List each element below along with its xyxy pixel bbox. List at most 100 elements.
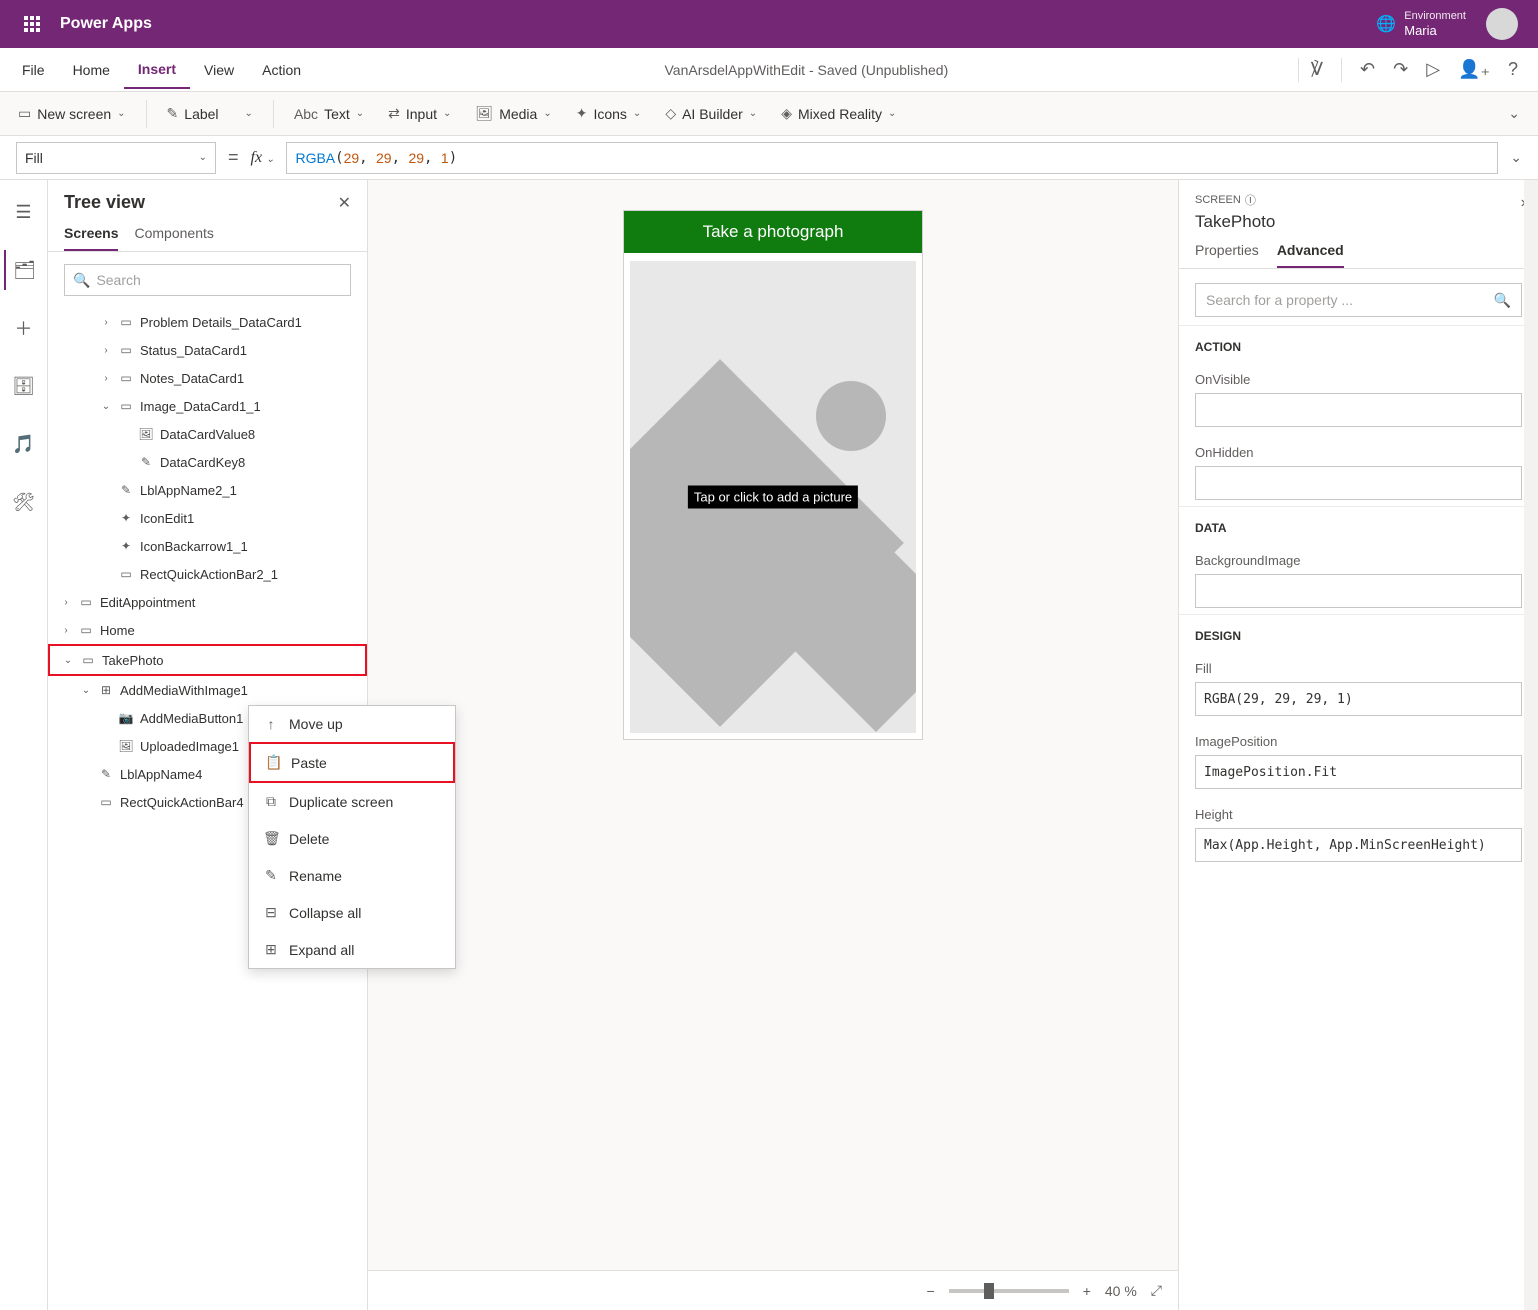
- context-menu-item[interactable]: ✎Rename: [249, 857, 455, 894]
- menubar: File Home Insert View Action VanArsdelAp…: [0, 48, 1538, 92]
- tree-search-input[interactable]: 🔍 Search: [64, 264, 351, 296]
- menu-action[interactable]: Action: [248, 52, 315, 88]
- rail-insert[interactable]: ＋: [4, 308, 44, 348]
- app-title: Power Apps: [60, 15, 152, 33]
- expand-formula-icon[interactable]: ⌄: [1510, 149, 1522, 166]
- ai-builder-button[interactable]: ◇AI Builder⌄: [655, 99, 767, 128]
- menu-item-icon: ↑: [263, 716, 279, 732]
- prop-input-onhidden[interactable]: [1195, 466, 1522, 500]
- rail-media[interactable]: 🎵: [4, 424, 44, 464]
- chevron-down-icon: ⌄: [356, 108, 364, 119]
- chevron-icon: ⌄: [62, 655, 74, 666]
- tree-item[interactable]: ⌄▭TakePhoto: [48, 644, 367, 676]
- close-icon[interactable]: ✕: [338, 193, 351, 213]
- zoom-in-button[interactable]: +: [1083, 1283, 1091, 1299]
- media-icon: 🖼: [475, 105, 493, 122]
- rail-data[interactable]: 🗄: [4, 366, 44, 406]
- menu-item-icon: 🗑: [263, 830, 279, 847]
- section-action: ACTION: [1179, 325, 1538, 360]
- placeholder-sun-icon: [816, 381, 886, 451]
- tree-item-label: LblAppName2_1: [140, 483, 237, 498]
- environment-picker[interactable]: 🌐 Environment Maria: [1376, 8, 1530, 40]
- play-icon[interactable]: ▷: [1426, 59, 1440, 80]
- context-menu-item[interactable]: 📋Paste: [249, 742, 455, 783]
- prop-input-onvisible[interactable]: [1195, 393, 1522, 427]
- fit-to-window-icon[interactable]: ⤢: [1151, 1282, 1162, 1299]
- tree-item[interactable]: ⌄⊞AddMediaWithImage1: [48, 676, 367, 704]
- screen-icon: ▭: [78, 622, 94, 638]
- prop-input-imageposition[interactable]: ImagePosition.Fit: [1195, 755, 1522, 789]
- prop-label-onvisible: OnVisible: [1179, 360, 1538, 393]
- icons-button[interactable]: ✦Icons⌄: [566, 99, 652, 128]
- prop-label-height: Height: [1179, 795, 1538, 828]
- rail-advanced-tools[interactable]: 🛠: [4, 482, 44, 522]
- tree-item[interactable]: 🖼DataCardValue8: [48, 420, 367, 448]
- context-menu-item[interactable]: ↑Move up: [249, 706, 455, 742]
- new-screen-button[interactable]: ▭New screen⌄: [8, 99, 136, 128]
- tab-components[interactable]: Components: [134, 225, 213, 251]
- property-selector[interactable]: Fill ⌄: [16, 142, 216, 174]
- tree-item[interactable]: ›▭Home: [48, 616, 367, 644]
- rail-tree-view[interactable]: 🗂: [4, 250, 44, 290]
- tree-item[interactable]: ›▭Notes_DataCard1: [48, 364, 367, 392]
- menu-home[interactable]: Home: [59, 52, 124, 88]
- canvas-area: Take a photograph Tap or click to add a …: [368, 180, 1178, 1310]
- menu-view[interactable]: View: [190, 52, 248, 88]
- help-icon[interactable]: ?: [1508, 59, 1518, 80]
- zoom-slider[interactable]: [949, 1289, 1069, 1293]
- tree-item-label: Notes_DataCard1: [140, 371, 244, 386]
- left-rail: ☰ 🗂 ＋ 🗄 🎵 🛠: [0, 180, 48, 1310]
- tree-item[interactable]: ⌄▭Image_DataCard1_1: [48, 392, 367, 420]
- info-icon[interactable]: ⓘ: [1245, 192, 1256, 208]
- device-preview[interactable]: Take a photograph Tap or click to add a …: [623, 210, 923, 740]
- tree-item[interactable]: ✦IconBackarrow1_1: [48, 532, 367, 560]
- prop-input-height[interactable]: Max(App.Height, App.MinScreenHeight): [1195, 828, 1522, 862]
- media-button[interactable]: 🖼Media⌄: [465, 99, 561, 128]
- tree-item-label: Image_DataCard1_1: [140, 399, 261, 414]
- context-menu-item[interactable]: ⊟Collapse all: [249, 894, 455, 931]
- text-icon: Abc: [294, 106, 318, 122]
- tree-item[interactable]: ✎LblAppName2_1: [48, 476, 367, 504]
- menu-file[interactable]: File: [8, 52, 59, 88]
- tab-properties[interactable]: Properties: [1195, 242, 1259, 268]
- app-checker-icon[interactable]: ℣: [1311, 59, 1323, 80]
- rail-hamburger[interactable]: ☰: [4, 192, 44, 232]
- tree-item[interactable]: ›▭Problem Details_DataCard1: [48, 308, 367, 336]
- menu-insert[interactable]: Insert: [124, 51, 190, 89]
- property-search-input[interactable]: Search for a property ... 🔍: [1195, 283, 1522, 317]
- icons-icon: ✦: [118, 538, 134, 554]
- workspace: ☰ 🗂 ＋ 🗄 🎵 🛠 Tree view ✕ Screens Componen…: [0, 180, 1538, 1310]
- mixed-reality-button[interactable]: ◈Mixed Reality⌄: [771, 99, 906, 128]
- topbar: Power Apps 🌐 Environment Maria: [0, 0, 1538, 48]
- context-menu-item[interactable]: ⧉Duplicate screen: [249, 783, 455, 820]
- context-menu-item[interactable]: 🗑Delete: [249, 820, 455, 857]
- formula-input[interactable]: RGBA(29, 29, 29, 1): [286, 142, 1498, 174]
- toolbar-overflow[interactable]: ⌄: [1498, 99, 1530, 128]
- tree-item[interactable]: ✦IconEdit1: [48, 504, 367, 532]
- tree-item-label: DataCardValue8: [160, 427, 255, 442]
- label-button[interactable]: ✎Label⌄: [157, 99, 263, 128]
- prop-input-fill[interactable]: RGBA(29, 29, 29, 1): [1195, 682, 1522, 716]
- zoom-out-button[interactable]: −: [927, 1283, 935, 1299]
- input-button[interactable]: ⇄Input⌄: [378, 99, 461, 128]
- tree-item[interactable]: ›▭Status_DataCard1: [48, 336, 367, 364]
- tree-item[interactable]: ›▭EditAppointment: [48, 588, 367, 616]
- tree-item[interactable]: ✎DataCardKey8: [48, 448, 367, 476]
- avatar[interactable]: [1486, 8, 1518, 40]
- chevron-down-icon: ⌄: [199, 152, 207, 163]
- fx-icon[interactable]: fx ⌄: [251, 149, 275, 167]
- share-icon[interactable]: 👤₊: [1458, 59, 1490, 80]
- tab-advanced[interactable]: Advanced: [1277, 242, 1344, 268]
- text-button[interactable]: AbcText⌄: [284, 100, 374, 128]
- waffle-menu[interactable]: [8, 0, 56, 48]
- redo-icon[interactable]: ↷: [1393, 59, 1408, 80]
- context-menu-item[interactable]: ⊞Expand all: [249, 931, 455, 968]
- add-picture-control[interactable]: Tap or click to add a picture: [630, 261, 916, 733]
- group-icon: ⊞: [98, 682, 114, 698]
- undo-icon[interactable]: ↶: [1360, 59, 1375, 80]
- document-title: VanArsdelAppWithEdit - Saved (Unpublishe…: [315, 62, 1298, 78]
- tree-item[interactable]: ▭RectQuickActionBar2_1: [48, 560, 367, 588]
- prop-input-backgroundimage[interactable]: [1195, 574, 1522, 608]
- tab-screens[interactable]: Screens: [64, 225, 118, 251]
- scrollbar[interactable]: [1524, 180, 1538, 1310]
